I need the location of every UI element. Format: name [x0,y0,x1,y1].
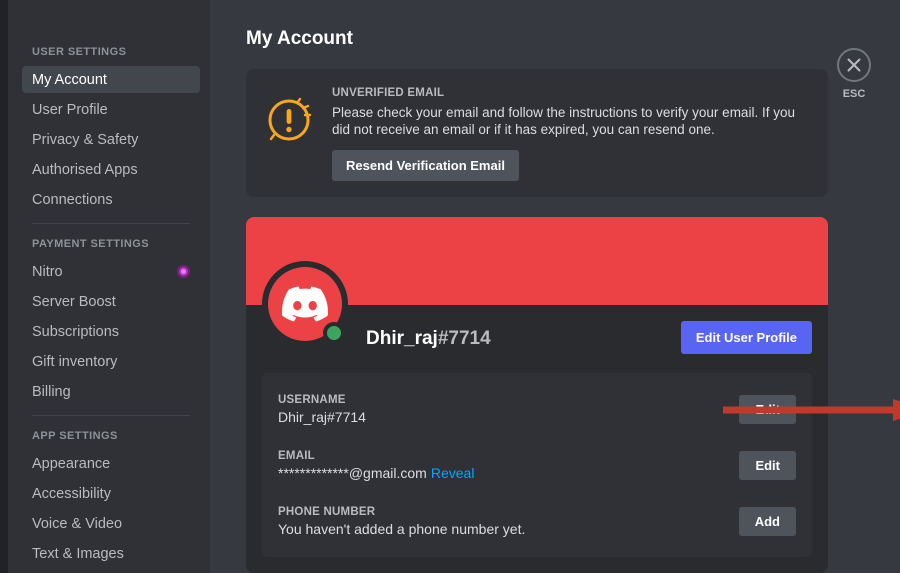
resend-verification-email-button[interactable]: Resend Verification Email [332,150,519,181]
status-badge [323,322,345,344]
sidebar-item-text-images[interactable]: Text & Images [22,540,200,567]
field-value-text: Dhir_raj#7714 [278,408,366,425]
sidebar-item-nitro[interactable]: Nitro [22,258,200,285]
sidebar-section-header: APP SETTINGS [32,430,118,442]
profile-username: Dhir_raj#7714 [366,328,491,350]
field-value: *************@gmail.com Reveal [278,465,474,481]
sidebar-item-privacy-safety[interactable]: Privacy & Safety [22,126,200,153]
avatar[interactable] [262,261,348,347]
sidebar-item-label: Connections [32,191,113,208]
username-edit-button[interactable]: Edit [739,394,796,424]
window-left-edge [0,0,8,573]
phone-number-add-button[interactable]: Add [738,506,796,536]
field-info: EMAIL *************@gmail.com Reveal [278,450,474,481]
sidebar-item-label: Billing [32,383,71,400]
reveal-email-link[interactable]: Reveal [431,465,475,481]
sidebar-item-label: Appearance [32,455,111,472]
username-discriminator: #7714 [437,328,491,349]
field-row: USERNAME Dhir_raj#7714 Edit [278,389,796,429]
field-info: PHONE NUMBER You haven't added a phone nu… [278,506,525,537]
field-row: EMAIL *************@gmail.com Reveal Edit [278,445,796,485]
sidebar-item-user-profile[interactable]: User Profile [22,96,200,123]
field-value-text: You haven't added a phone number yet. [278,520,526,537]
sidebar-divider [32,223,190,224]
page-title: My Account [246,28,353,49]
profile-card: Dhir_raj#7714 Edit User Profile USERNAME… [246,217,828,573]
profile-header: Dhir_raj#7714 Edit User Profile [246,261,828,373]
sidebar-item-connections[interactable]: Connections [22,186,200,213]
sidebar-item-label: Authorised Apps [32,161,138,178]
sidebar-divider [32,415,190,416]
field-label: PHONE NUMBER [278,505,376,518]
unverified-email-card: UNVERIFIED EMAIL Please check your email… [246,69,828,197]
sidebar-item-label: Server Boost [32,293,116,310]
esc-label: ESC [842,88,866,100]
sidebar-item-label: Text & Images [32,545,124,562]
edit-user-profile-button[interactable]: Edit User Profile [680,321,812,354]
field-value: You haven't added a phone number yet. [278,521,525,537]
sidebar-section-header: PAYMENT SETTINGS [32,238,150,250]
sidebar-item-server-boost[interactable]: Server Boost [22,288,200,315]
account-fields: USERNAME Dhir_raj#7714 Edit EMAIL **********… [262,373,812,557]
sidebar-item-billing[interactable]: Billing [22,378,200,405]
sidebar-item-my-account[interactable]: My Account [22,66,200,93]
nitro-badge-icon [177,265,190,278]
field-info: USERNAME Dhir_raj#7714 [278,394,366,425]
sidebar-item-appearance[interactable]: Appearance [22,450,200,477]
sidebar-item-subscriptions[interactable]: Subscriptions [22,318,200,345]
warning-text: Please check your email and follow the i… [332,105,795,137]
sidebar-item-label: Voice & Video [32,515,123,532]
sidebar-item-gift-inventory[interactable]: Gift inventory [22,348,200,375]
main-content: My Account UNVERIFIED EMAIL Please check… [210,0,900,573]
sidebar-item-label: User Profile [32,101,108,118]
sidebar-item-label: My Account [32,71,107,88]
sidebar-item-label: Nitro [32,263,63,280]
sidebar-item-label: Gift inventory [32,353,118,370]
field-label: EMAIL [278,449,315,462]
sidebar-section-header: USER SETTINGS [32,46,127,58]
settings-window: USER SETTINGS My Account User Profile Priva… [0,0,900,573]
username-text: Dhir_raj [366,328,438,349]
sidebar-item-voice-video[interactable]: Voice & Video [22,510,200,537]
field-value: Dhir_raj#7714 [278,409,366,425]
sidebar-item-label: Subscriptions [32,323,120,340]
warning-exclamation-icon [264,85,318,181]
sidebar-item-label: Privacy & Safety [32,131,139,148]
settings-sidebar: USER SETTINGS My Account User Profile Priva… [8,0,210,573]
warning-label: UNVERIFIED EMAIL [332,87,445,99]
email-edit-button[interactable]: Edit [739,450,796,480]
field-label: USERNAME [278,393,346,406]
field-value-text: *************@gmail.com [278,464,427,481]
close-settings-button[interactable]: ESC [826,48,882,100]
sidebar-item-accessibility[interactable]: Accessibility [22,480,200,507]
field-row: PHONE NUMBER You haven't added a phone nu… [278,501,796,541]
close-x-icon [837,48,871,82]
sidebar-item-authorised-apps[interactable]: Authorised Apps [22,156,200,183]
sidebar-item-label: Accessibility [32,485,111,502]
